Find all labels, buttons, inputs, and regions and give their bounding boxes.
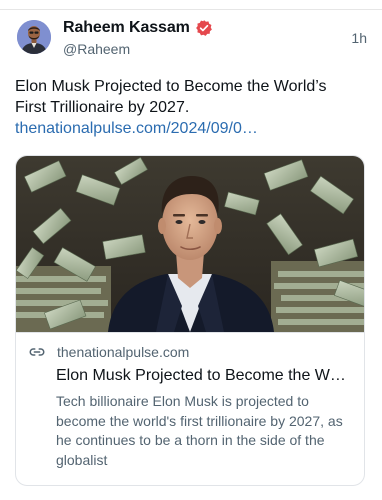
author-display-name[interactable]: Raheem Kassam bbox=[63, 19, 190, 37]
author-name-row[interactable]: Raheem Kassam bbox=[63, 17, 213, 39]
top-divider bbox=[0, 9, 382, 10]
link-icon bbox=[28, 343, 46, 361]
avatar[interactable] bbox=[17, 20, 51, 54]
card-title[interactable]: Elon Musk Projected to Become the W… bbox=[56, 365, 356, 386]
card-thumbnail-image[interactable] bbox=[16, 156, 364, 332]
verified-badge-icon bbox=[195, 19, 213, 37]
card-domain-row: thenationalpulse.com bbox=[28, 342, 189, 362]
post-text: Elon Musk Projected to Become the World’… bbox=[15, 78, 327, 116]
post-link[interactable]: thenationalpulse.com/2024/09/0… bbox=[15, 118, 258, 139]
avatar-image bbox=[17, 20, 51, 54]
author-handle[interactable]: @Raheem bbox=[63, 41, 130, 57]
post-timestamp[interactable]: 1h bbox=[351, 30, 367, 46]
card-description: Tech billionaire Elon Musk is projected … bbox=[56, 393, 343, 468]
card-divider bbox=[16, 332, 364, 333]
link-preview-card[interactable]: thenationalpulse.com Elon Musk Projected… bbox=[15, 155, 365, 486]
card-domain: thenationalpulse.com bbox=[57, 344, 190, 360]
